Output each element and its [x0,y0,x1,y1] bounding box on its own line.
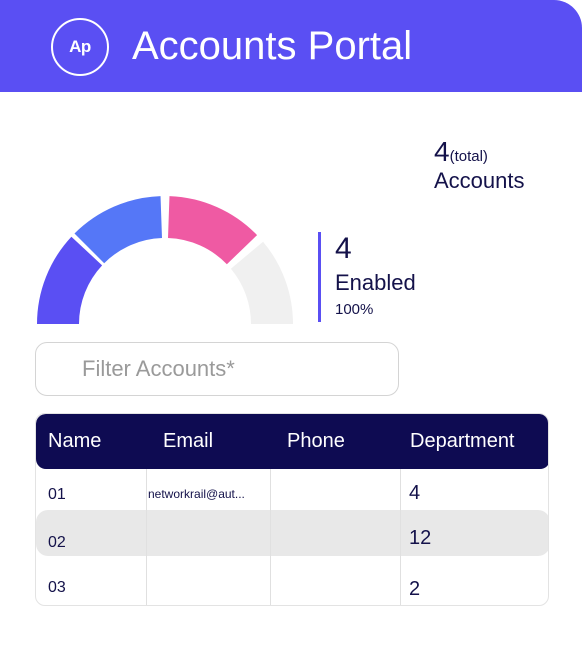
app-header: Ap Accounts Portal [0,0,582,92]
page-title: Accounts Portal [132,24,413,68]
cell-department: 4 [409,482,421,504]
total-accounts-summary: 4(total) Accounts [434,136,525,194]
column-divider [146,469,147,605]
gauge-segment-4 [230,241,293,324]
column-header-name[interactable]: Name [48,414,101,469]
cell-name: 03 [48,579,66,596]
gauge-segment-3 [168,196,258,265]
cell-department: 2 [409,578,421,600]
column-divider [270,469,271,605]
column-divider [400,469,401,605]
table-row[interactable]: 02 12 [36,510,548,556]
column-header-department[interactable]: Department [410,414,515,469]
total-accounts-suffix: (total) [449,148,488,165]
app-logo[interactable]: Ap [51,18,109,76]
cell-name: 02 [48,534,66,551]
accounts-table: Name Email Phone Department 01 networkra… [35,413,549,606]
cell-name: 01 [48,486,66,503]
enabled-accounts-summary: 4 Enabled 100% [318,232,416,322]
total-accounts-count: 4 [434,136,450,167]
table-row[interactable]: 03 2 [36,566,548,605]
filter-accounts-input[interactable] [35,342,399,396]
enabled-label: Enabled [335,270,416,295]
accounts-gauge-chart [37,196,293,324]
cell-email: networkrail@aut... [148,487,245,501]
table-header: Name Email Phone Department [36,414,548,469]
cell-department: 12 [409,527,432,549]
column-header-email[interactable]: Email [163,414,213,469]
column-header-phone[interactable]: Phone [287,414,345,469]
enabled-percent: 100% [335,301,374,318]
enabled-count: 4 [335,232,352,265]
total-accounts-label: Accounts [434,168,525,193]
